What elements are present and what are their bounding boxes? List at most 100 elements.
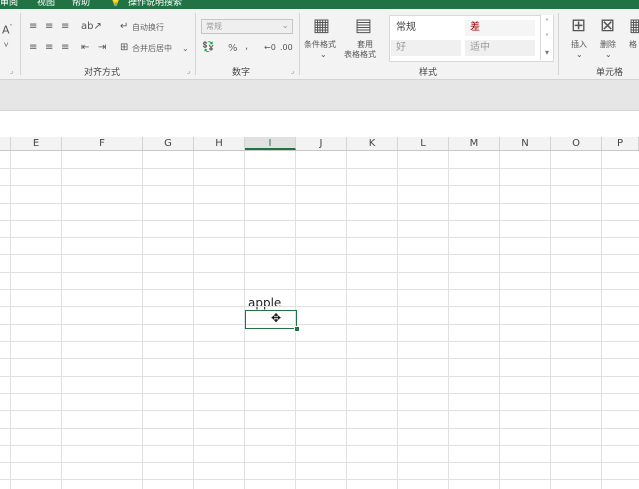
conditional-format-icon[interactable]: ▦ xyxy=(313,16,330,36)
grid-column-line xyxy=(346,151,347,489)
grid-row-line xyxy=(0,237,639,238)
increase-indent-icon[interactable]: ⇥ xyxy=(98,42,106,53)
gallery-more-icon[interactable]: ▾ xyxy=(541,45,553,60)
wrap-text-icon[interactable]: ↵ xyxy=(120,21,128,32)
cell-i-apple[interactable]: apple xyxy=(248,296,281,310)
column-header-n[interactable]: N xyxy=(500,137,551,150)
delete-button[interactable]: 删除 xyxy=(600,40,616,50)
grid-row-line xyxy=(0,203,639,204)
comma-style-button[interactable]: , xyxy=(245,41,248,52)
ribbon-separator xyxy=(299,13,300,75)
align-right-icon[interactable]: ≡ xyxy=(61,42,69,53)
align-center-icon[interactable]: ≡ xyxy=(45,42,53,53)
number-group-label: 数字 xyxy=(232,68,251,78)
column-header-m[interactable]: M xyxy=(449,137,500,150)
merge-center-icon[interactable]: ⊞ xyxy=(120,42,128,53)
font-color-dropdown-icon[interactable]: ⱽ xyxy=(4,42,8,53)
alignment-group-label: 对齐方式 xyxy=(84,68,121,78)
chevron-down-icon: ⌄ xyxy=(605,50,612,59)
decrease-indent-icon[interactable]: ⇤ xyxy=(81,42,89,53)
styles-group-label: 样式 xyxy=(419,68,438,78)
align-left-icon[interactable]: ≡ xyxy=(29,42,37,53)
orientation-icon[interactable]: ab↗ xyxy=(81,21,102,32)
chevron-down-icon: ⌄ xyxy=(320,50,327,59)
tell-me-search[interactable]: 操作说明搜索 xyxy=(128,0,182,9)
menu-view[interactable]: 视图 xyxy=(37,0,55,9)
column-header-l[interactable]: L xyxy=(398,137,449,150)
format-table-label-2[interactable]: 表格格式 xyxy=(344,50,376,60)
top-align-icon[interactable]: ≡ xyxy=(29,21,37,32)
column-header-partial[interactable] xyxy=(0,137,11,150)
ribbon-separator xyxy=(20,13,21,75)
column-header-e[interactable]: E xyxy=(11,137,62,150)
grid-row-line xyxy=(0,220,639,221)
percent-style-button[interactable]: % xyxy=(228,43,238,54)
format-button[interactable]: 格 xyxy=(629,40,637,50)
column-header-f[interactable]: F xyxy=(62,137,143,150)
grid-row-line xyxy=(0,272,639,273)
style-good[interactable]: 好 xyxy=(391,40,461,56)
chevron-down-icon: ⌄ xyxy=(281,21,289,31)
ribbon-collapsed-area xyxy=(0,80,639,110)
cell-styles-gallery: 常规 差 好 适中 xyxy=(389,15,554,62)
delete-cells-icon[interactable]: ⊠ xyxy=(600,16,615,36)
grid-row-line xyxy=(0,462,639,463)
column-header-j[interactable]: J xyxy=(296,137,347,150)
format-as-table-icon[interactable]: ▤ xyxy=(355,16,372,36)
grid-row-line xyxy=(0,479,639,480)
worksheet-grid[interactable]: apple xyxy=(0,151,639,489)
column-header-p[interactable]: P xyxy=(602,137,639,150)
column-header-k[interactable]: K xyxy=(347,137,398,150)
menu-review[interactable]: 审阅 xyxy=(0,0,18,9)
column-header-g[interactable]: G xyxy=(143,137,194,150)
ribbon-separator xyxy=(195,13,196,75)
gallery-scroll: ˄ ˅ ▾ xyxy=(540,15,553,60)
accounting-format-icon[interactable]: 💱 xyxy=(202,42,214,53)
formula-bar[interactable] xyxy=(0,110,639,137)
column-header-h[interactable]: H xyxy=(194,137,245,150)
wrap-text-button[interactable]: 自动换行 xyxy=(132,22,164,33)
plus-cross-cursor-icon: ✥ xyxy=(271,311,282,325)
scroll-down-icon[interactable]: ˅ xyxy=(541,30,553,45)
ribbon: A˄ ⱽ ⌟ ≡ ≡ ≡ ab↗ ↵ 自动换行 ≡ ≡ ≡ ⇤ ⇥ ⊞ 合并后居… xyxy=(0,9,639,80)
font-size-increase-icon[interactable]: A˄ xyxy=(2,22,13,36)
middle-align-icon[interactable]: ≡ xyxy=(45,21,53,32)
insert-cells-icon[interactable]: ⊞ xyxy=(571,16,586,36)
grid-row-line xyxy=(0,428,639,429)
grid-column-line xyxy=(601,151,602,489)
grid-column-line xyxy=(550,151,551,489)
merge-center-button[interactable]: 合并后居中 xyxy=(132,43,172,54)
grid-row-line xyxy=(0,393,639,394)
number-format-value: 常规 xyxy=(206,22,222,31)
fill-handle[interactable] xyxy=(294,326,300,332)
grid-row-line xyxy=(0,376,639,377)
grid-row-line xyxy=(0,185,639,186)
scroll-up-icon[interactable]: ˄ xyxy=(541,15,553,30)
number-format-select[interactable]: 常规 ⌄ xyxy=(201,19,293,34)
grid-column-line xyxy=(10,151,11,489)
style-normal[interactable]: 常规 xyxy=(391,20,461,36)
increase-decimal-icon[interactable]: ←0 xyxy=(264,42,276,53)
insert-button[interactable]: 插入 xyxy=(571,40,587,50)
font-dialog-launcher-icon[interactable]: ⌟ xyxy=(10,67,13,75)
grid-row-line xyxy=(0,410,639,411)
column-header-row: EFGHIJKLMNOP xyxy=(0,137,639,151)
grid-column-line xyxy=(448,151,449,489)
bottom-align-icon[interactable]: ≡ xyxy=(61,21,69,32)
alignment-dialog-launcher-icon[interactable]: ⌟ xyxy=(187,67,190,75)
format-cells-icon[interactable]: ▦ xyxy=(629,16,639,36)
menu-help[interactable]: 帮助 xyxy=(72,0,90,9)
column-header-i[interactable]: I xyxy=(245,137,296,150)
grid-column-line xyxy=(61,151,62,489)
decrease-decimal-icon[interactable]: .00 xyxy=(280,42,293,53)
conditional-format-button[interactable]: 条件格式 xyxy=(304,40,336,50)
grid-row-line xyxy=(0,445,639,446)
grid-row-line xyxy=(0,341,639,342)
style-neutral[interactable]: 适中 xyxy=(465,40,535,56)
format-table-label-1[interactable]: 套用 xyxy=(357,40,373,50)
column-header-o[interactable]: O xyxy=(551,137,602,150)
cells-group-label: 单元格 xyxy=(596,68,624,78)
style-bad[interactable]: 差 xyxy=(465,20,535,36)
number-dialog-launcher-icon[interactable]: ⌟ xyxy=(291,67,294,75)
chevron-down-icon[interactable]: ⌄ xyxy=(182,43,189,54)
